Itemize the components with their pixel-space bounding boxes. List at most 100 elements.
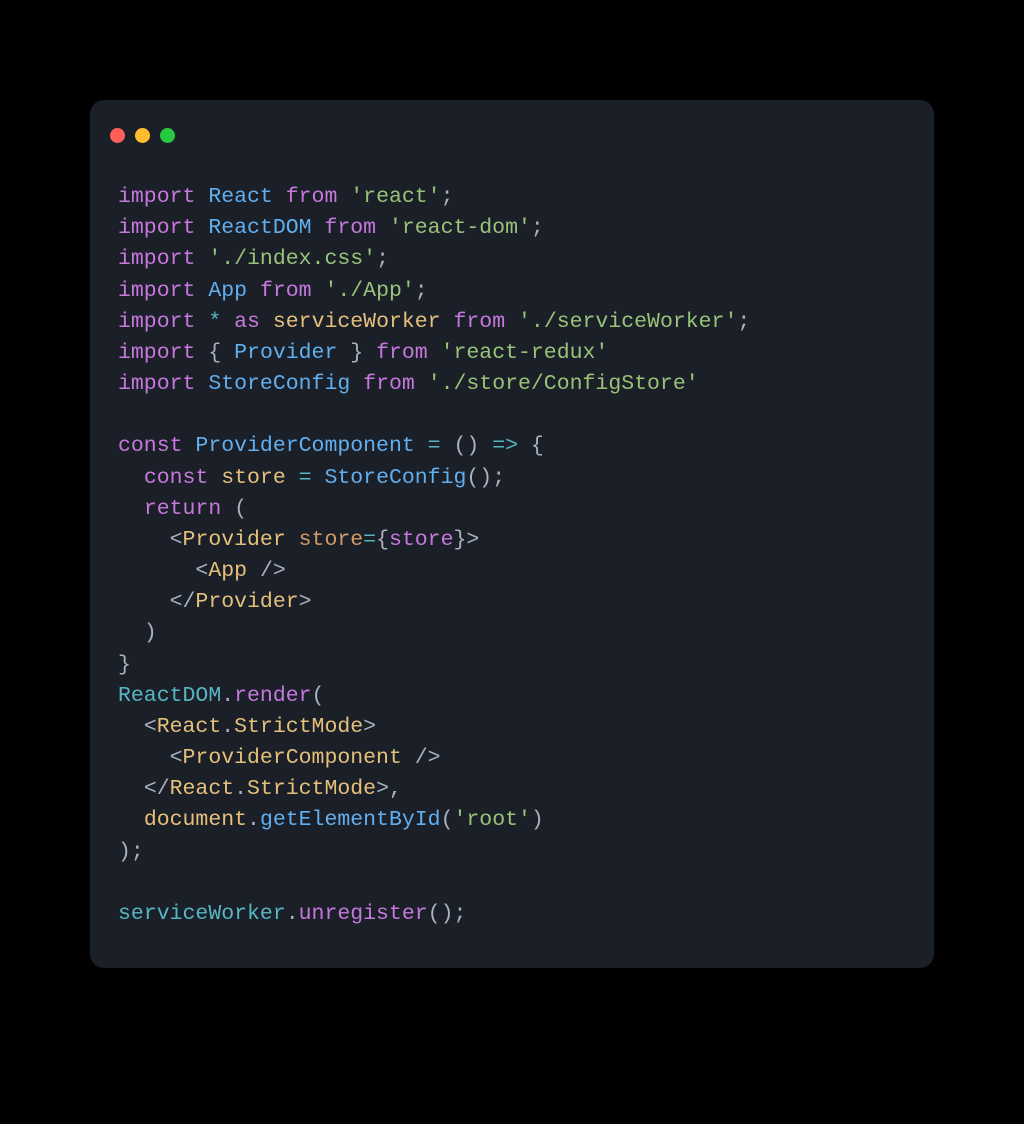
str-reactdom: 'react-dom' (389, 216, 531, 240)
str-configstore: './store/ConfigStore' (428, 372, 699, 396)
id-storeconfig: StoreConfig (208, 372, 350, 396)
dot: . (286, 902, 299, 926)
id-reactdom: ReactDOM (118, 684, 221, 708)
lparen: ( (441, 808, 454, 832)
rparen: ) (531, 808, 544, 832)
zoom-icon[interactable] (160, 128, 175, 143)
angle-open: </ (170, 590, 196, 614)
tag-provider: Provider (195, 590, 298, 614)
eq: = (363, 528, 376, 552)
parens: () (466, 466, 492, 490)
lparen: ( (234, 497, 247, 521)
fn-getelementbyid: getElementById (260, 808, 441, 832)
arrow: => (492, 434, 518, 458)
arrow-args: () (453, 434, 479, 458)
comma: , (389, 777, 402, 801)
fn-storeconfig: StoreConfig (324, 466, 466, 490)
angle-open: < (195, 559, 208, 583)
eq: = (428, 434, 441, 458)
id-store: store (221, 466, 286, 490)
kw-from: from (376, 341, 428, 365)
id-serviceworker: serviceWorker (118, 902, 286, 926)
kw-as: as (234, 310, 260, 334)
self-close: /> (260, 559, 286, 583)
minimize-icon[interactable] (135, 128, 150, 143)
eq: = (299, 466, 312, 490)
dot: . (221, 684, 234, 708)
tag-providercomponent: ProviderComponent (183, 746, 402, 770)
semi: ; (131, 840, 144, 864)
fn-unregister: unregister (299, 902, 428, 926)
semi: ; (737, 310, 750, 334)
angle-open: < (144, 715, 157, 739)
dot: . (234, 777, 247, 801)
id-reactdom: ReactDOM (208, 216, 311, 240)
id-document: document (144, 808, 247, 832)
lbrace: { (531, 434, 544, 458)
kw-import: import (118, 310, 195, 334)
kw-import: import (118, 247, 195, 271)
fn-render: render (234, 684, 311, 708)
tag-app: App (208, 559, 247, 583)
kw-import: import (118, 372, 195, 396)
lparen: ( (312, 684, 325, 708)
str-reactredux: 'react-redux' (441, 341, 609, 365)
semi: ; (441, 185, 454, 209)
kw-from: from (260, 279, 312, 303)
rbrace: } (350, 341, 363, 365)
rbr: } (453, 528, 466, 552)
code-window: import React from 'react'; import ReactD… (90, 100, 934, 968)
semi: ; (453, 902, 466, 926)
str-indexcss: './index.css' (208, 247, 376, 271)
kw-const: const (144, 466, 209, 490)
star: * (208, 310, 221, 334)
dot: . (247, 808, 260, 832)
id-serviceworker: serviceWorker (273, 310, 441, 334)
lbrace: { (208, 341, 221, 365)
rbrace: } (118, 653, 131, 677)
kw-from: from (454, 310, 506, 334)
id-app: App (208, 279, 247, 303)
id-provider: Provider (234, 341, 337, 365)
val-store: store (389, 528, 454, 552)
str-serviceworker: './serviceWorker' (518, 310, 737, 334)
str-react: 'react' (350, 185, 440, 209)
tag-strictmode: StrictMode (247, 777, 376, 801)
semi: ; (531, 216, 544, 240)
angle-close: > (376, 777, 389, 801)
kw-from: from (324, 216, 376, 240)
kw-return: return (144, 497, 221, 521)
semi: ; (415, 279, 428, 303)
kw-import: import (118, 341, 195, 365)
kw-const: const (118, 434, 183, 458)
rparen: ) (118, 840, 131, 864)
kw-import: import (118, 216, 195, 240)
code-block: import React from 'react'; import ReactD… (90, 152, 934, 940)
kw-from: from (363, 372, 415, 396)
kw-import: import (118, 185, 195, 209)
angle-open: </ (144, 777, 170, 801)
str-root: 'root' (453, 808, 530, 832)
angle-close: > (466, 528, 479, 552)
tag-strictmode: StrictMode (234, 715, 363, 739)
str-app: './App' (324, 279, 414, 303)
semi: ; (376, 247, 389, 271)
attr-store: store (299, 528, 364, 552)
tag-provider: Provider (183, 528, 286, 552)
lbr: { (376, 528, 389, 552)
close-icon[interactable] (110, 128, 125, 143)
dot: . (221, 715, 234, 739)
semi: ; (492, 466, 505, 490)
self-close: /> (415, 746, 441, 770)
tag-react: React (157, 715, 222, 739)
angle-close: > (299, 590, 312, 614)
parens: () (428, 902, 454, 926)
angle-open: < (170, 746, 183, 770)
angle-open: < (170, 528, 183, 552)
rparen: ) (144, 621, 157, 645)
id-providercomponent: ProviderComponent (195, 434, 414, 458)
window-titlebar (90, 100, 934, 152)
kw-from: from (286, 185, 338, 209)
id-react: React (208, 185, 273, 209)
angle-close: > (363, 715, 376, 739)
